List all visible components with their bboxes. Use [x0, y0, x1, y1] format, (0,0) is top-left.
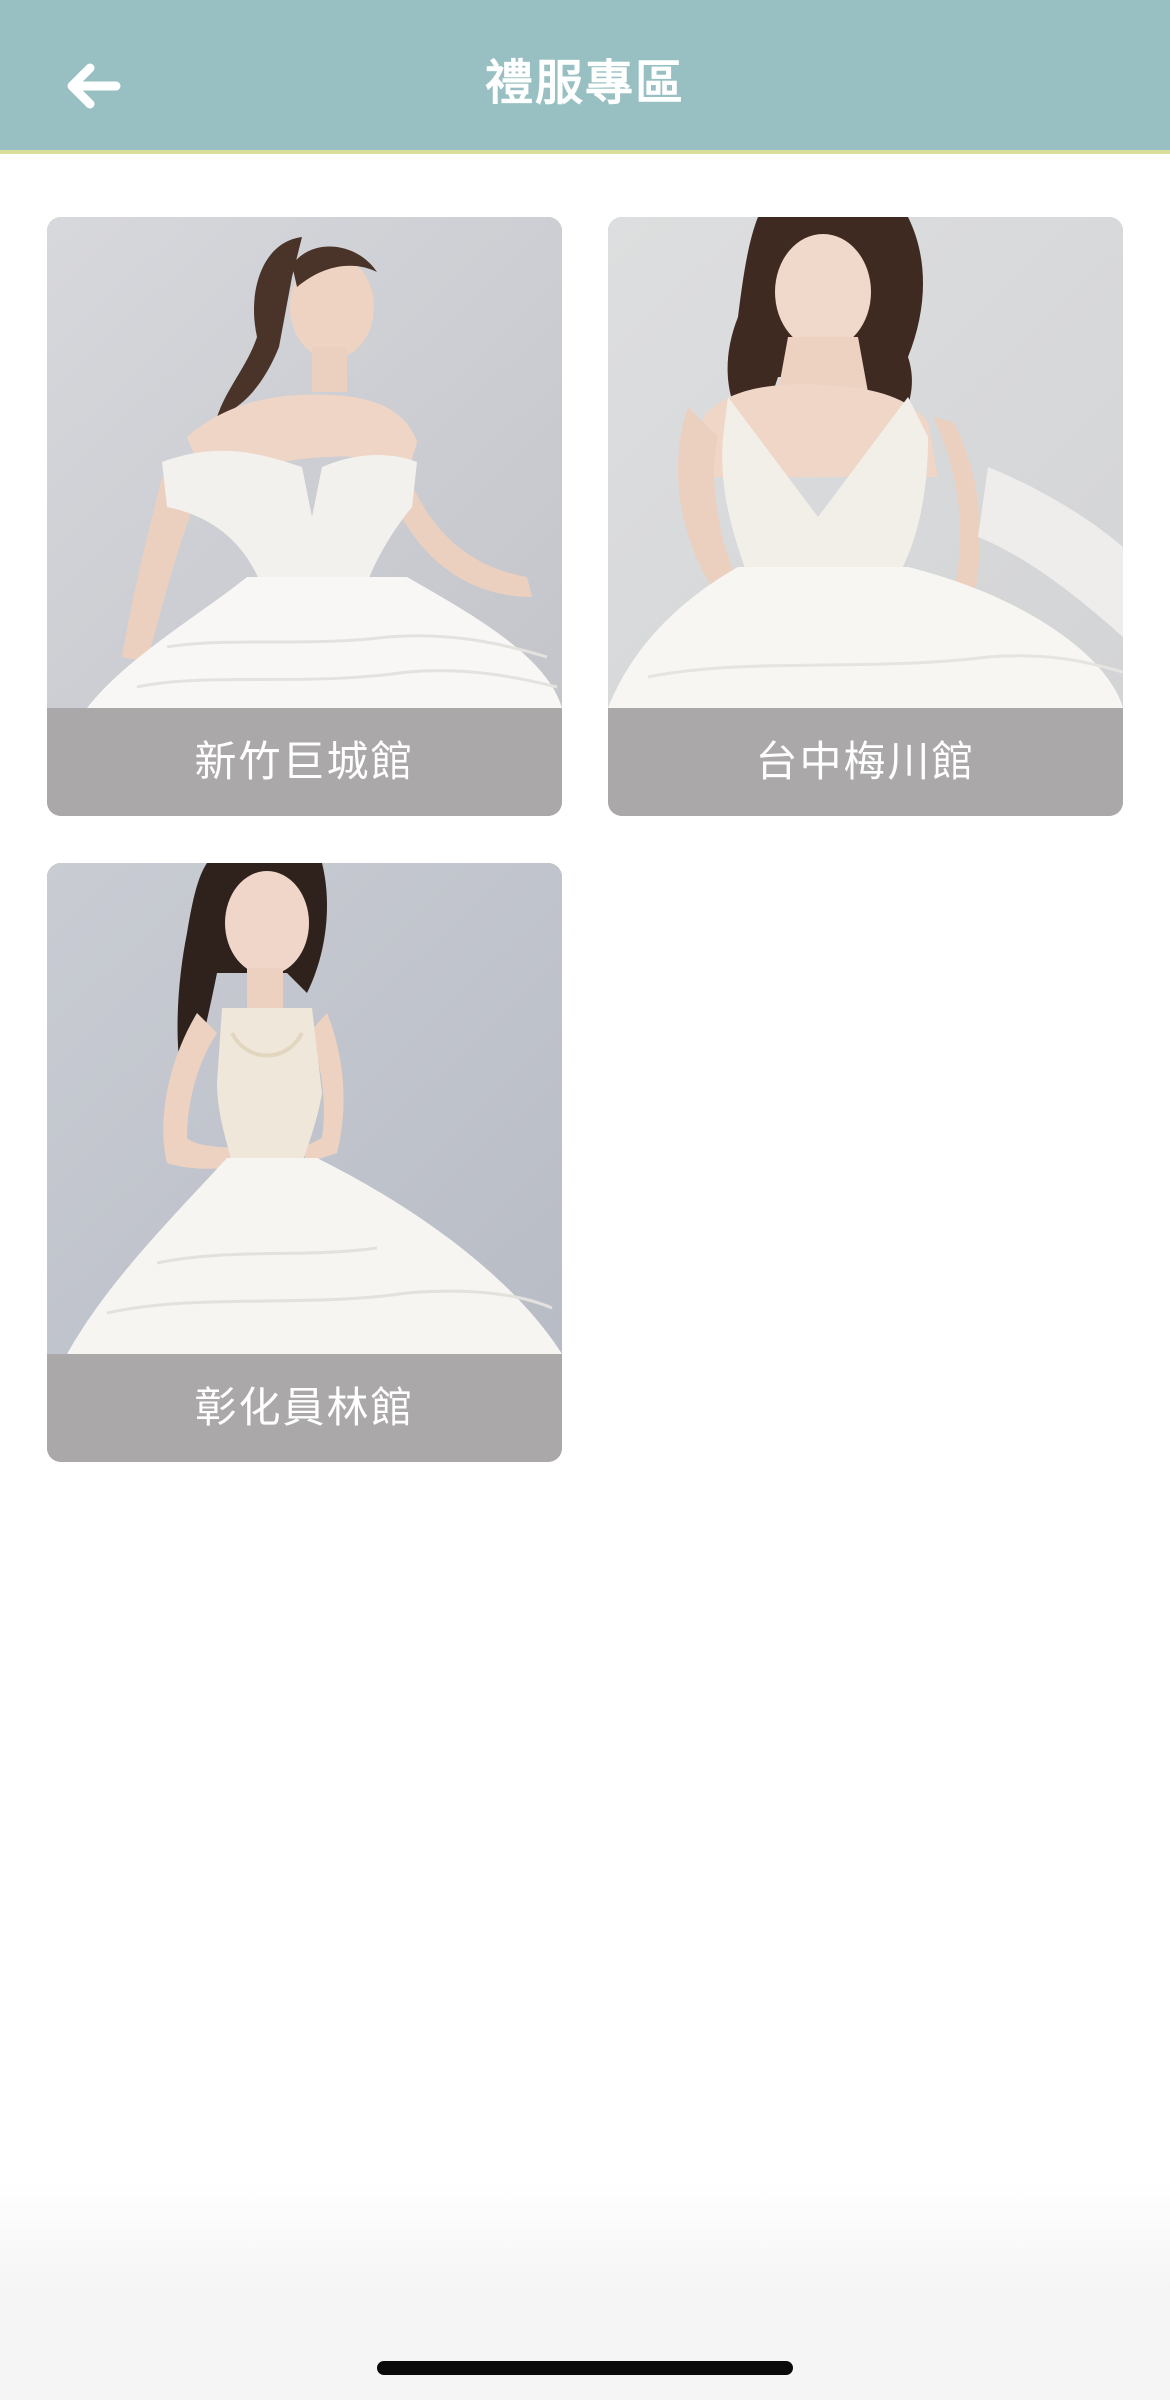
app-screen: 禮服專區 新竹巨城館 台中梅川館 彰化員林館 — [0, 0, 1170, 2400]
bottom-fade — [0, 2180, 1170, 2290]
home-indicator-area — [0, 2290, 1170, 2400]
store-label: 台中梅川館 — [608, 708, 1123, 816]
bride-halter-gown-photo — [47, 863, 562, 1354]
bride-off-shoulder-gown-photo — [47, 217, 562, 708]
store-card[interactable]: 台中梅川館 — [608, 217, 1123, 816]
home-indicator[interactable] — [377, 2361, 793, 2375]
store-card[interactable]: 新竹巨城館 — [47, 217, 562, 816]
top-bar: 禮服專區 — [0, 0, 1170, 154]
bride-v-neck-gown-photo — [608, 217, 1123, 708]
store-label: 彰化員林館 — [47, 1354, 562, 1462]
store-label: 新竹巨城館 — [47, 708, 562, 816]
store-card[interactable]: 彰化員林館 — [47, 863, 562, 1462]
page-title: 禮服專區 — [484, 55, 685, 111]
